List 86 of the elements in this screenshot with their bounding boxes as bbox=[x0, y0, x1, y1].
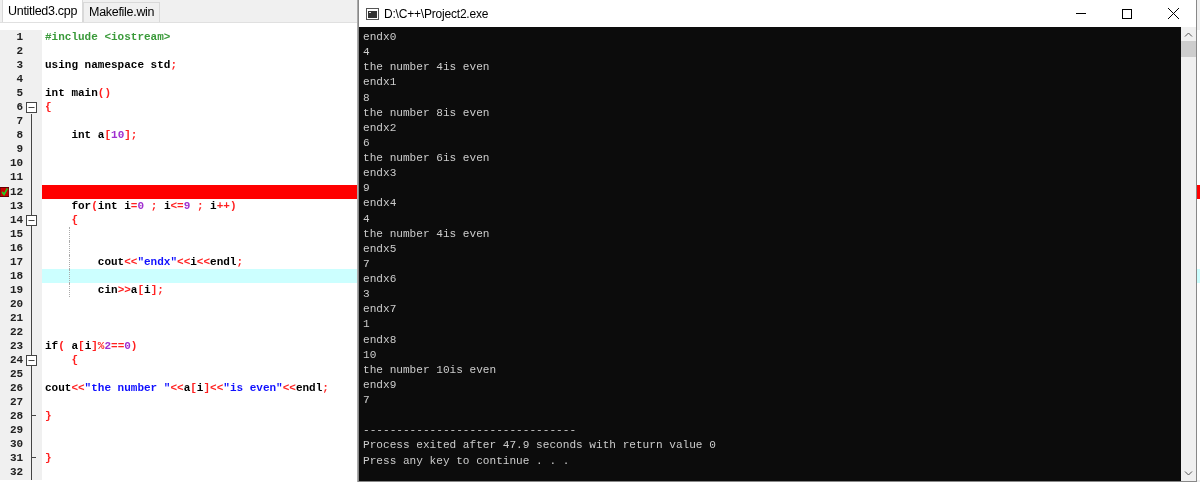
code-line: { bbox=[45, 101, 52, 114]
console-line: 7 bbox=[363, 257, 370, 270]
console-app-icon bbox=[366, 7, 379, 20]
scrollbar-thumb[interactable] bbox=[1181, 41, 1196, 57]
line-number: 10 bbox=[10, 156, 23, 171]
console-separator: -------------------------------- bbox=[363, 424, 577, 437]
console-line: endx3 bbox=[363, 167, 397, 180]
console-line: the number 4is even bbox=[363, 227, 490, 240]
console-line: endx0 bbox=[363, 31, 397, 43]
line-number: 30 bbox=[10, 437, 23, 452]
line-number: 2 bbox=[15, 44, 23, 59]
console-line: endx1 bbox=[363, 76, 397, 89]
file-tab[interactable]: Makefile.win bbox=[83, 2, 161, 22]
console-line: the number 10is even bbox=[363, 363, 497, 376]
code-line: { bbox=[70, 213, 78, 226]
console-line: endx2 bbox=[363, 121, 397, 134]
console-line: Process exited after 47.9 seconds with return value 0 bbox=[363, 439, 716, 452]
code-line: cout<<"endx"<<i<<endl; bbox=[96, 255, 244, 268]
line-number: 11 bbox=[10, 170, 23, 185]
line-number: 23 bbox=[10, 339, 23, 354]
console-line: endx8 bbox=[363, 333, 397, 346]
maximize-icon[interactable] bbox=[1122, 8, 1132, 19]
code-line: for(int i=0 ; i<=9 ; i++) bbox=[70, 199, 237, 212]
line-number: 14 bbox=[10, 212, 23, 227]
line-number: 29 bbox=[10, 423, 23, 438]
line-number: 8 bbox=[15, 128, 23, 143]
console-line: the number 8is even bbox=[363, 106, 490, 119]
close-icon[interactable] bbox=[1167, 8, 1179, 19]
fold-toggle-icon[interactable] bbox=[26, 214, 37, 226]
line-number: 15 bbox=[10, 226, 23, 241]
line-number: 18 bbox=[10, 268, 23, 283]
console-line: endx4 bbox=[363, 197, 397, 210]
console-line: endx6 bbox=[363, 273, 397, 285]
code-line: if( a[i]%2==0) bbox=[45, 340, 138, 353]
console-line: 9 bbox=[363, 182, 370, 195]
code-line: } bbox=[45, 452, 52, 465]
line-number: 28 bbox=[10, 409, 23, 424]
console-line: the number 6is even bbox=[363, 152, 490, 164]
code-line: { bbox=[70, 354, 78, 367]
line-number: 3 bbox=[15, 58, 23, 73]
file-tab[interactable]: Untitled3.cpp bbox=[2, 0, 84, 22]
line-number: 19 bbox=[10, 282, 23, 297]
line-number: 24 bbox=[10, 353, 23, 368]
window-title: D:\C++\Project2.exe bbox=[384, 6, 489, 21]
console-line: 4 bbox=[363, 212, 370, 225]
console-line: the number 4is even bbox=[363, 61, 490, 74]
code-line: using namespace std; bbox=[45, 59, 178, 72]
line-number: 20 bbox=[10, 296, 23, 311]
console-line: 8 bbox=[363, 91, 370, 104]
console-line: 10 bbox=[363, 348, 377, 361]
code-line: int a[10]; bbox=[70, 129, 138, 142]
console-line: 6 bbox=[363, 136, 370, 149]
line-number: 13 bbox=[10, 198, 23, 213]
line-number: 6 bbox=[15, 100, 23, 115]
line-number: 17 bbox=[10, 254, 23, 269]
code-line: #include <iostream> bbox=[45, 31, 171, 43]
console-line: 4 bbox=[363, 46, 370, 59]
console-line: 1 bbox=[363, 318, 370, 331]
console-line: endx5 bbox=[363, 242, 397, 255]
line-number: 27 bbox=[10, 395, 23, 410]
fold-toggle-icon[interactable] bbox=[26, 355, 37, 367]
line-number: 1 bbox=[15, 30, 23, 45]
line-number: 5 bbox=[15, 86, 23, 101]
line-number: 32 bbox=[10, 465, 23, 480]
console-line: endx9 bbox=[363, 378, 397, 391]
scrollbar[interactable] bbox=[1181, 27, 1196, 481]
line-number: 9 bbox=[15, 142, 23, 157]
line-number: 4 bbox=[15, 72, 23, 87]
code-line: cout<<"the number "<<a[i]<<"is even"<<endl; bbox=[45, 382, 329, 395]
line-number: 25 bbox=[10, 367, 23, 382]
console-line: Press any key to continue . . . bbox=[363, 454, 570, 467]
line-number: 12 bbox=[10, 184, 23, 199]
line-number: 21 bbox=[10, 310, 23, 325]
fold-toggle-icon[interactable] bbox=[26, 102, 37, 114]
breakpoint-icon[interactable] bbox=[0, 186, 9, 197]
code-line: cin>>a[i]; bbox=[96, 283, 164, 296]
code-line: int main() bbox=[45, 87, 111, 100]
console-line: 3 bbox=[363, 288, 370, 301]
line-number: 7 bbox=[15, 114, 23, 129]
code-line: } bbox=[45, 410, 52, 423]
console-line: 7 bbox=[363, 394, 370, 406]
console-line: endx7 bbox=[363, 303, 397, 316]
line-number: 26 bbox=[10, 381, 23, 396]
line-number: 16 bbox=[10, 240, 23, 255]
line-number: 22 bbox=[10, 325, 23, 340]
line-number: 31 bbox=[10, 451, 23, 466]
